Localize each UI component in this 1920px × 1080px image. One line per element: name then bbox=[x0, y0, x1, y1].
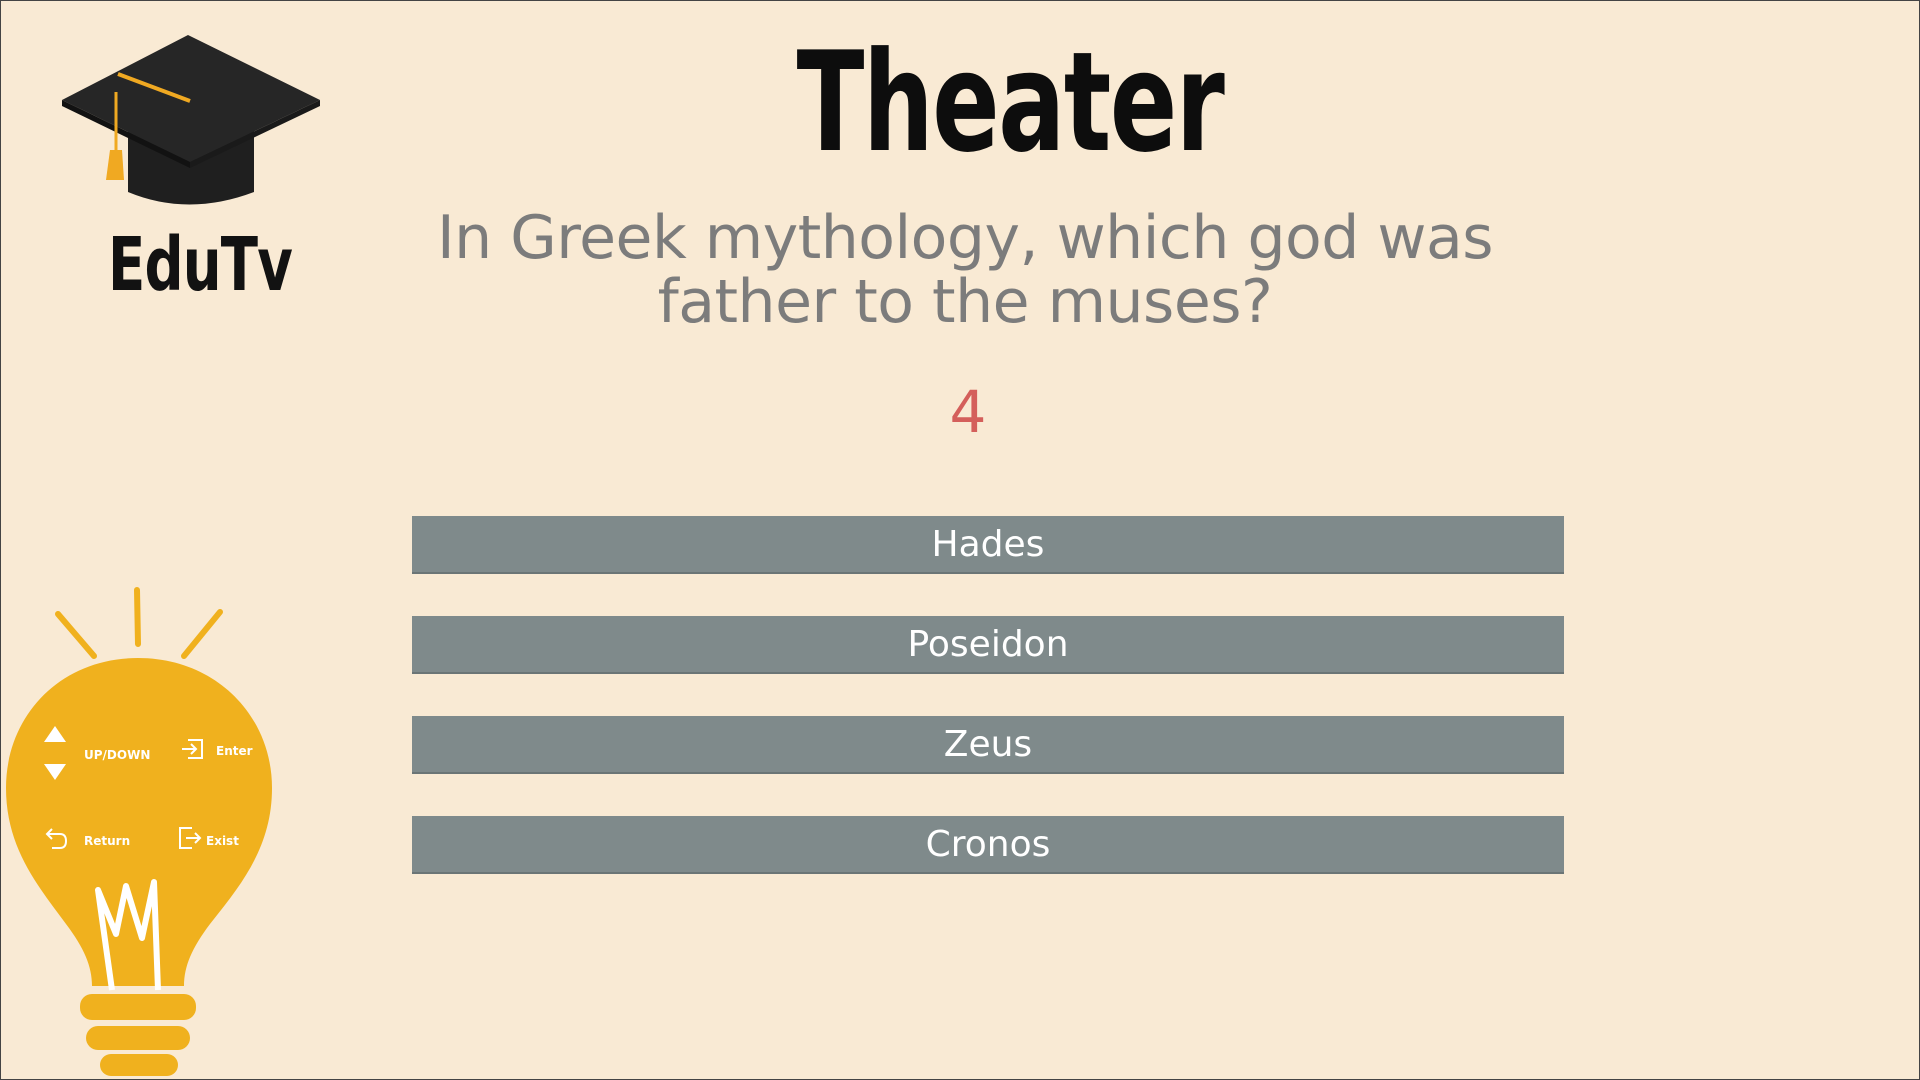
answer-option-cronos[interactable]: Cronos bbox=[412, 816, 1564, 874]
answer-list: Hades Poseidon Zeus Cronos bbox=[412, 516, 1564, 916]
return-hint: Return bbox=[84, 834, 131, 848]
exist-hint: Exist bbox=[206, 834, 239, 848]
category-title: Theater bbox=[796, 22, 1225, 183]
return-icon bbox=[45, 828, 68, 849]
answer-option-zeus[interactable]: Zeus bbox=[412, 716, 1564, 774]
question-text: In Greek mythology, which god was father… bbox=[436, 203, 1494, 337]
enter-icon bbox=[182, 739, 203, 759]
graduation-cap-icon bbox=[62, 35, 320, 205]
down-arrow-icon bbox=[44, 764, 66, 780]
up-arrow-icon bbox=[44, 726, 66, 742]
answer-option-hades[interactable]: Hades bbox=[412, 516, 1564, 574]
countdown-timer: 4 bbox=[949, 378, 987, 446]
up-down-hint: UP/DOWN bbox=[84, 748, 151, 762]
brand-name: EduTv bbox=[108, 222, 293, 308]
answer-option-poseidon[interactable]: Poseidon bbox=[412, 616, 1564, 674]
enter-hint: Enter bbox=[216, 744, 253, 758]
exit-icon bbox=[179, 827, 202, 849]
